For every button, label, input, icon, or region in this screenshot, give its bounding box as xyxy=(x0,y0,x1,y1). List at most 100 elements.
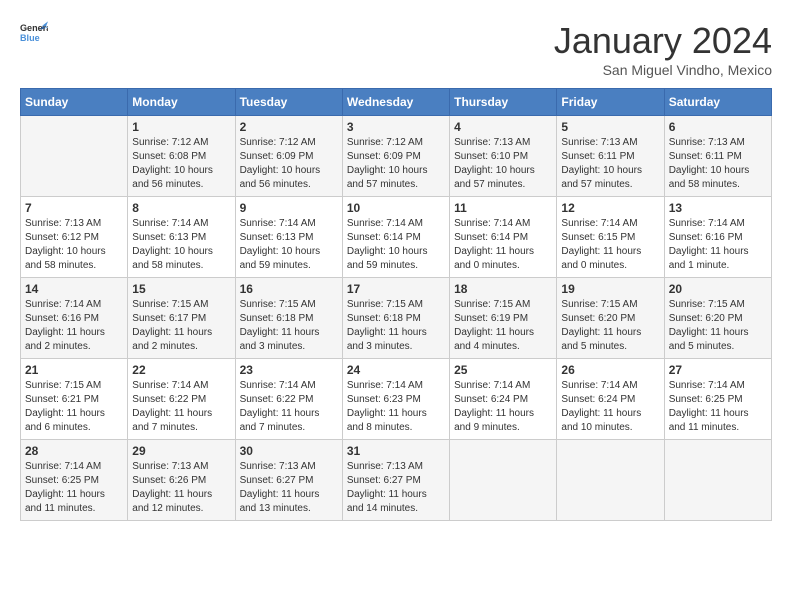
calendar-cell: 21 Sunrise: 7:15 AM Sunset: 6:21 PM Dayli… xyxy=(21,359,128,440)
day-info: Sunrise: 7:13 AM Sunset: 6:10 PM Dayligh… xyxy=(454,136,552,192)
calendar-cell: 14 Sunrise: 7:14 AM Sunset: 6:16 PM Dayli… xyxy=(21,278,128,359)
day-info: Sunrise: 7:14 AM Sunset: 6:25 PM Dayligh… xyxy=(669,379,767,435)
svg-text:Blue: Blue xyxy=(20,33,40,43)
title-block: January 2024 San Miguel Vindho, Mexico xyxy=(554,20,772,78)
calendar-cell: 16 Sunrise: 7:15 AM Sunset: 6:18 PM Dayli… xyxy=(235,278,342,359)
day-info: Sunrise: 7:14 AM Sunset: 6:13 PM Dayligh… xyxy=(132,217,230,273)
day-number: 12 xyxy=(561,201,659,215)
day-info: Sunrise: 7:14 AM Sunset: 6:13 PM Dayligh… xyxy=(240,217,338,273)
day-info: Sunrise: 7:14 AM Sunset: 6:14 PM Dayligh… xyxy=(454,217,552,273)
calendar-week-row: 7Sunrise: 7:13 AM Sunset: 6:12 PM Daylig… xyxy=(21,197,772,278)
calendar-week-row: 21 Sunrise: 7:15 AM Sunset: 6:21 PM Dayli… xyxy=(21,359,772,440)
day-info: Sunrise: 7:15 AM Sunset: 6:19 PM Dayligh… xyxy=(454,298,552,354)
day-info: Sunrise: 7:15 AM Sunset: 6:18 PM Dayligh… xyxy=(240,298,338,354)
day-info: Sunrise: 7:14 AM Sunset: 6:16 PM Dayligh… xyxy=(25,298,123,354)
logo-bird-icon: General Blue xyxy=(20,20,48,48)
calendar-cell: 3Sunrise: 7:12 AM Sunset: 6:09 PM Daylig… xyxy=(342,116,449,197)
day-info: Sunrise: 7:14 AM Sunset: 6:15 PM Dayligh… xyxy=(561,217,659,273)
calendar-cell xyxy=(21,116,128,197)
weekday-header: Wednesday xyxy=(342,89,449,116)
calendar-cell: 25Sunrise: 7:14 AM Sunset: 6:24 PM Dayli… xyxy=(450,359,557,440)
day-number: 2 xyxy=(240,120,338,134)
calendar-cell xyxy=(557,440,664,521)
calendar-cell: 12 Sunrise: 7:14 AM Sunset: 6:15 PM Dayli… xyxy=(557,197,664,278)
day-info: Sunrise: 7:14 AM Sunset: 6:23 PM Dayligh… xyxy=(347,379,445,435)
day-number: 5 xyxy=(561,120,659,134)
day-number: 14 xyxy=(25,282,123,296)
calendar-cell: 18 Sunrise: 7:15 AM Sunset: 6:19 PM Dayli… xyxy=(450,278,557,359)
day-info: Sunrise: 7:14 AM Sunset: 6:22 PM Dayligh… xyxy=(132,379,230,435)
weekday-header: Sunday xyxy=(21,89,128,116)
month-title: January 2024 xyxy=(554,20,772,62)
calendar-table: SundayMondayTuesdayWednesdayThursdayFrid… xyxy=(20,88,772,521)
day-number: 8 xyxy=(132,201,230,215)
day-info: Sunrise: 7:15 AM Sunset: 6:21 PM Dayligh… xyxy=(25,379,123,435)
day-number: 25 xyxy=(454,363,552,377)
page-header: General Blue January 2024 San Miguel Vin… xyxy=(20,20,772,78)
calendar-cell: 4 Sunrise: 7:13 AM Sunset: 6:10 PM Daylig… xyxy=(450,116,557,197)
calendar-cell: 6 Sunrise: 7:13 AM Sunset: 6:11 PM Daylig… xyxy=(664,116,771,197)
calendar-cell: 15 Sunrise: 7:15 AM Sunset: 6:17 PM Dayli… xyxy=(128,278,235,359)
day-number: 1 xyxy=(132,120,230,134)
day-info: Sunrise: 7:15 AM Sunset: 6:20 PM Dayligh… xyxy=(669,298,767,354)
calendar-cell: 8 Sunrise: 7:14 AM Sunset: 6:13 PM Daylig… xyxy=(128,197,235,278)
day-number: 30 xyxy=(240,444,338,458)
weekday-header-row: SundayMondayTuesdayWednesdayThursdayFrid… xyxy=(21,89,772,116)
calendar-cell: 27 Sunrise: 7:14 AM Sunset: 6:25 PM Dayli… xyxy=(664,359,771,440)
calendar-cell: 2 Sunrise: 7:12 AM Sunset: 6:09 PM Daylig… xyxy=(235,116,342,197)
calendar-cell: 5Sunrise: 7:13 AM Sunset: 6:11 PM Daylig… xyxy=(557,116,664,197)
calendar-cell: 24 Sunrise: 7:14 AM Sunset: 6:23 PM Dayli… xyxy=(342,359,449,440)
day-number: 21 xyxy=(25,363,123,377)
day-info: Sunrise: 7:15 AM Sunset: 6:17 PM Dayligh… xyxy=(132,298,230,354)
calendar-cell: 1Sunrise: 7:12 AM Sunset: 6:08 PM Daylig… xyxy=(128,116,235,197)
calendar-cell: 26 Sunrise: 7:14 AM Sunset: 6:24 PM Dayli… xyxy=(557,359,664,440)
day-number: 22 xyxy=(132,363,230,377)
calendar-cell: 10 Sunrise: 7:14 AM Sunset: 6:14 PM Dayli… xyxy=(342,197,449,278)
logo: General Blue xyxy=(20,20,48,48)
day-number: 26 xyxy=(561,363,659,377)
calendar-cell: 28 Sunrise: 7:14 AM Sunset: 6:25 PM Dayli… xyxy=(21,440,128,521)
calendar-week-row: 14 Sunrise: 7:14 AM Sunset: 6:16 PM Dayli… xyxy=(21,278,772,359)
day-number: 20 xyxy=(669,282,767,296)
calendar-cell xyxy=(664,440,771,521)
day-number: 29 xyxy=(132,444,230,458)
day-info: Sunrise: 7:12 AM Sunset: 6:09 PM Dayligh… xyxy=(240,136,338,192)
day-number: 16 xyxy=(240,282,338,296)
calendar-cell: 22 Sunrise: 7:14 AM Sunset: 6:22 PM Dayli… xyxy=(128,359,235,440)
day-number: 13 xyxy=(669,201,767,215)
day-info: Sunrise: 7:14 AM Sunset: 6:14 PM Dayligh… xyxy=(347,217,445,273)
calendar-cell: 13 Sunrise: 7:14 AM Sunset: 6:16 PM Dayli… xyxy=(664,197,771,278)
day-number: 6 xyxy=(669,120,767,134)
day-info: Sunrise: 7:15 AM Sunset: 6:20 PM Dayligh… xyxy=(561,298,659,354)
day-number: 9 xyxy=(240,201,338,215)
day-info: Sunrise: 7:15 AM Sunset: 6:18 PM Dayligh… xyxy=(347,298,445,354)
day-number: 11 xyxy=(454,201,552,215)
day-info: Sunrise: 7:13 AM Sunset: 6:12 PM Dayligh… xyxy=(25,217,123,273)
weekday-header: Friday xyxy=(557,89,664,116)
calendar-week-row: 28 Sunrise: 7:14 AM Sunset: 6:25 PM Dayli… xyxy=(21,440,772,521)
day-info: Sunrise: 7:13 AM Sunset: 6:11 PM Dayligh… xyxy=(669,136,767,192)
calendar-cell: 31Sunrise: 7:13 AM Sunset: 6:27 PM Dayli… xyxy=(342,440,449,521)
day-info: Sunrise: 7:14 AM Sunset: 6:24 PM Dayligh… xyxy=(561,379,659,435)
day-number: 4 xyxy=(454,120,552,134)
day-number: 28 xyxy=(25,444,123,458)
day-info: Sunrise: 7:14 AM Sunset: 6:25 PM Dayligh… xyxy=(25,460,123,516)
day-info: Sunrise: 7:14 AM Sunset: 6:22 PM Dayligh… xyxy=(240,379,338,435)
day-info: Sunrise: 7:13 AM Sunset: 6:27 PM Dayligh… xyxy=(347,460,445,516)
day-number: 17 xyxy=(347,282,445,296)
calendar-cell: 30Sunrise: 7:13 AM Sunset: 6:27 PM Dayli… xyxy=(235,440,342,521)
day-info: Sunrise: 7:13 AM Sunset: 6:26 PM Dayligh… xyxy=(132,460,230,516)
day-number: 27 xyxy=(669,363,767,377)
day-number: 10 xyxy=(347,201,445,215)
day-info: Sunrise: 7:12 AM Sunset: 6:09 PM Dayligh… xyxy=(347,136,445,192)
calendar-cell: 11 Sunrise: 7:14 AM Sunset: 6:14 PM Dayli… xyxy=(450,197,557,278)
day-info: Sunrise: 7:14 AM Sunset: 6:16 PM Dayligh… xyxy=(669,217,767,273)
day-number: 18 xyxy=(454,282,552,296)
weekday-header: Monday xyxy=(128,89,235,116)
weekday-header: Saturday xyxy=(664,89,771,116)
calendar-cell: 20 Sunrise: 7:15 AM Sunset: 6:20 PM Dayli… xyxy=(664,278,771,359)
weekday-header: Tuesday xyxy=(235,89,342,116)
day-number: 24 xyxy=(347,363,445,377)
calendar-cell: 23Sunrise: 7:14 AM Sunset: 6:22 PM Dayli… xyxy=(235,359,342,440)
day-number: 15 xyxy=(132,282,230,296)
